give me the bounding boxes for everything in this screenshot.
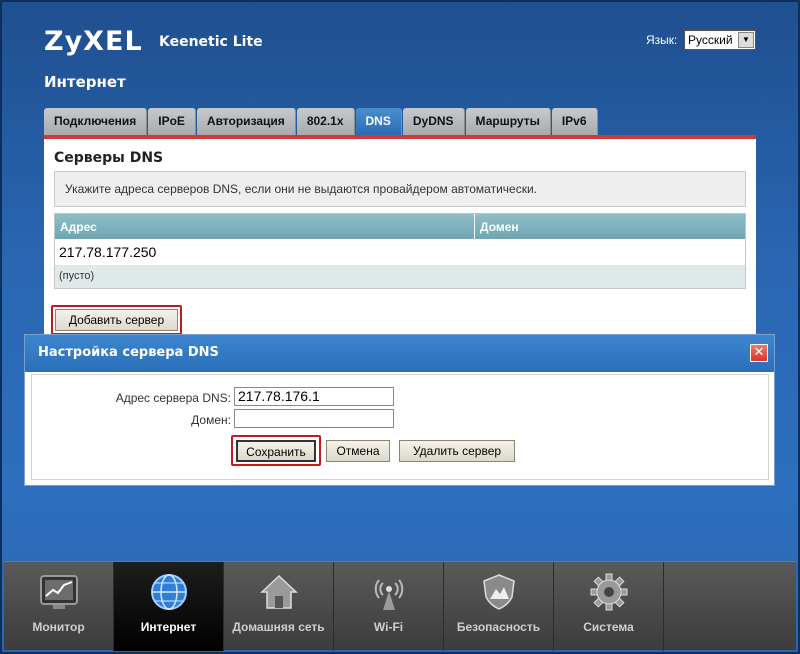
nav-wifi-label: Wi-Fi (373, 620, 404, 634)
nav-home-network[interactable]: Домашняя сеть (224, 562, 334, 651)
nav-system-label: Система (583, 620, 634, 634)
shield-icon (483, 574, 515, 610)
tab-8021x[interactable]: 802.1x (296, 108, 355, 135)
dns-servers-table: Адрес Домен 217.78.177.250 (пусто) (54, 213, 746, 289)
language-select[interactable]: Русский ▼ (684, 30, 756, 50)
section-title: Серверы DNS (54, 150, 164, 166)
dialog-title: Настройка сервера DNS (38, 345, 219, 360)
chevron-down-icon[interactable]: ▼ (738, 32, 754, 48)
dialog-titlebar: Настройка сервера DNS ✕ (25, 335, 774, 372)
nav-monitor[interactable]: Монитор (4, 562, 114, 651)
tab-authorization[interactable]: Авторизация (196, 108, 296, 135)
nav-monitor-label: Монитор (32, 620, 85, 634)
dns-address-label: Адрес сервера DNS: (115, 391, 231, 405)
tab-dydns[interactable]: DyDNS (402, 108, 465, 135)
nav-security-label: Безопасность (456, 620, 541, 634)
save-highlight: Сохранить (231, 435, 321, 466)
tab-routes[interactable]: Маршруты (465, 108, 551, 135)
nav-internet-label: Интернет (140, 620, 197, 634)
domain-label: Домен: (191, 413, 231, 427)
tab-bar: Подключения IPoE Авторизация 802.1x DNS … (44, 108, 599, 135)
zyxel-logo: ZyXEL (44, 26, 143, 57)
table-row[interactable]: (пусто) (55, 265, 745, 288)
row-address: (пусто) (59, 270, 95, 282)
tab-connections[interactable]: Подключения (44, 108, 148, 135)
nav-home-network-label: Домашняя сеть (232, 620, 325, 634)
save-button[interactable]: Сохранить (236, 440, 316, 462)
monitor-icon (40, 575, 78, 609)
tab-ipv6[interactable]: IPv6 (551, 108, 598, 135)
tab-ipoe[interactable]: IPoE (148, 108, 196, 135)
nav-wifi[interactable]: Wi-Fi (334, 562, 444, 651)
delete-server-button[interactable]: Удалить сервер (399, 440, 515, 462)
nav-system[interactable]: Система (554, 562, 664, 651)
dialog-body (31, 374, 769, 480)
home-icon (260, 574, 298, 609)
gear-icon (590, 573, 628, 611)
dns-address-input[interactable]: 217.78.176.1 (234, 387, 394, 406)
table-header: Адрес Домен (55, 214, 745, 239)
product-name: Keenetic Lite (159, 34, 263, 50)
column-address[interactable]: Адрес (55, 214, 475, 239)
add-server-button[interactable]: Добавить сервер (55, 309, 178, 331)
add-server-highlight: Добавить сервер (51, 305, 182, 335)
wifi-antenna-icon (374, 579, 404, 610)
page-title: Интернет (44, 73, 126, 91)
cancel-button[interactable]: Отмена (326, 440, 390, 462)
bottom-navigation: Монитор Интернет Домашняя сеть Wi-Fi Без… (4, 561, 796, 651)
row-address: 217.78.177.250 (59, 244, 157, 260)
nav-internet[interactable]: Интернет (114, 562, 224, 651)
column-domain[interactable]: Домен (475, 214, 745, 239)
tab-dns[interactable]: DNS (355, 108, 402, 135)
dns-server-dialog: Настройка сервера DNS ✕ Адрес сервера DN… (24, 334, 775, 486)
nav-security[interactable]: Безопасность (444, 562, 554, 651)
info-message: Укажите адреса серверов DNS, если они не… (54, 171, 746, 207)
close-icon[interactable]: ✕ (750, 344, 768, 362)
table-row[interactable]: 217.78.177.250 (55, 239, 745, 265)
language-label: Язык: (646, 33, 678, 47)
language-select-value: Русский (688, 33, 733, 47)
domain-input[interactable] (234, 409, 394, 428)
globe-icon (151, 574, 187, 610)
